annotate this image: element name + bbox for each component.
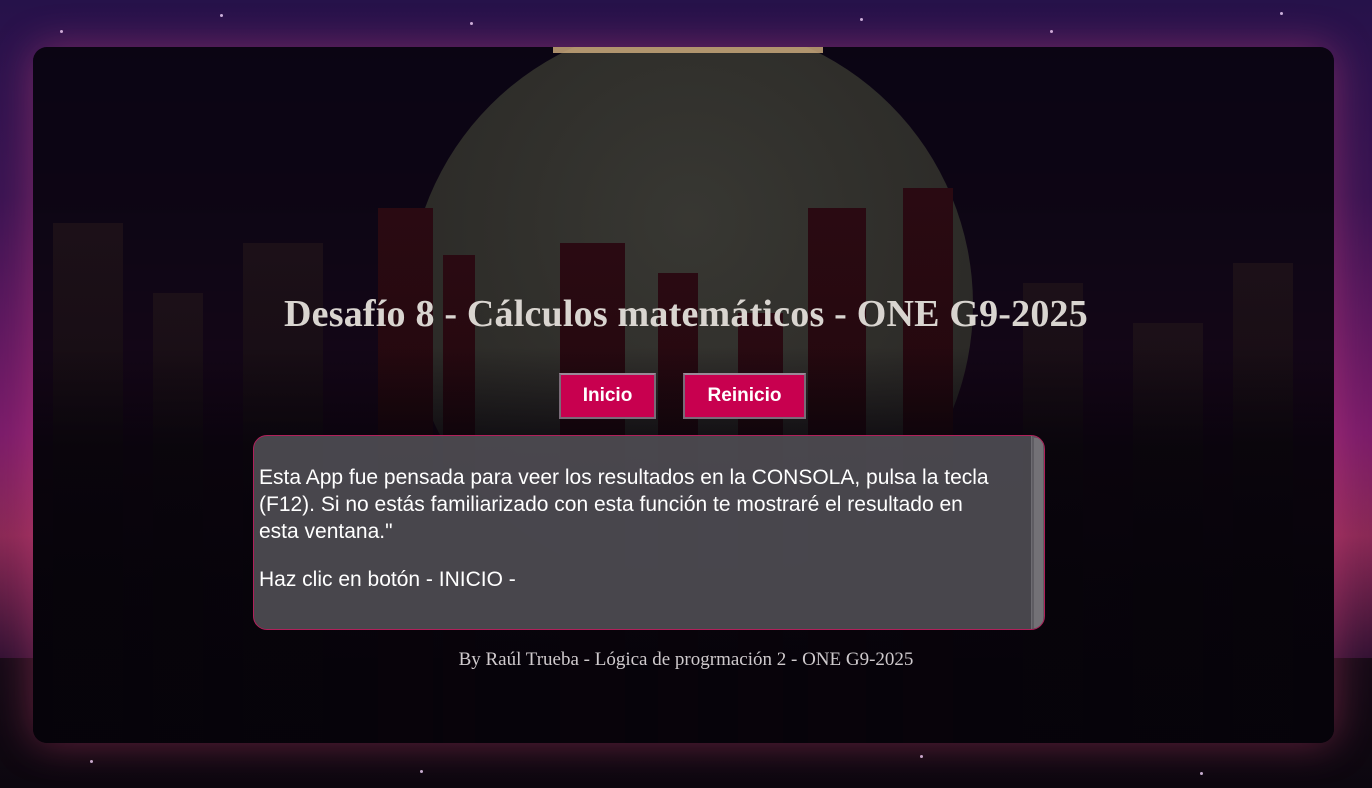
footer-credits: By Raúl Trueba - Lógica de progrmación 2… (458, 649, 914, 670)
start-button[interactable]: Inicio (559, 373, 656, 419)
star (1200, 772, 1203, 775)
star (1280, 12, 1283, 15)
star (470, 22, 473, 25)
output-box[interactable]: Esta App fue pensada para veer los resul… (253, 435, 1045, 630)
star (220, 14, 223, 17)
star (860, 18, 863, 21)
star (920, 755, 923, 758)
star (90, 760, 93, 763)
output-scrollbar-thumb[interactable] (1034, 438, 1043, 628)
sun-rim-decoration (553, 47, 823, 53)
page-title: Desafío 8 - Cálculos matemáticos - ONE G… (284, 293, 1088, 335)
star (1050, 30, 1053, 33)
output-paragraph-instruction: Haz clic en botón - INICIO - (259, 568, 516, 591)
output-scrollbar[interactable] (1031, 436, 1044, 629)
star (60, 30, 63, 33)
restart-button[interactable]: Reinicio (683, 373, 806, 419)
output-paragraph-intro: Esta App fue pensada para veer los resul… (259, 466, 989, 543)
star (420, 770, 423, 773)
